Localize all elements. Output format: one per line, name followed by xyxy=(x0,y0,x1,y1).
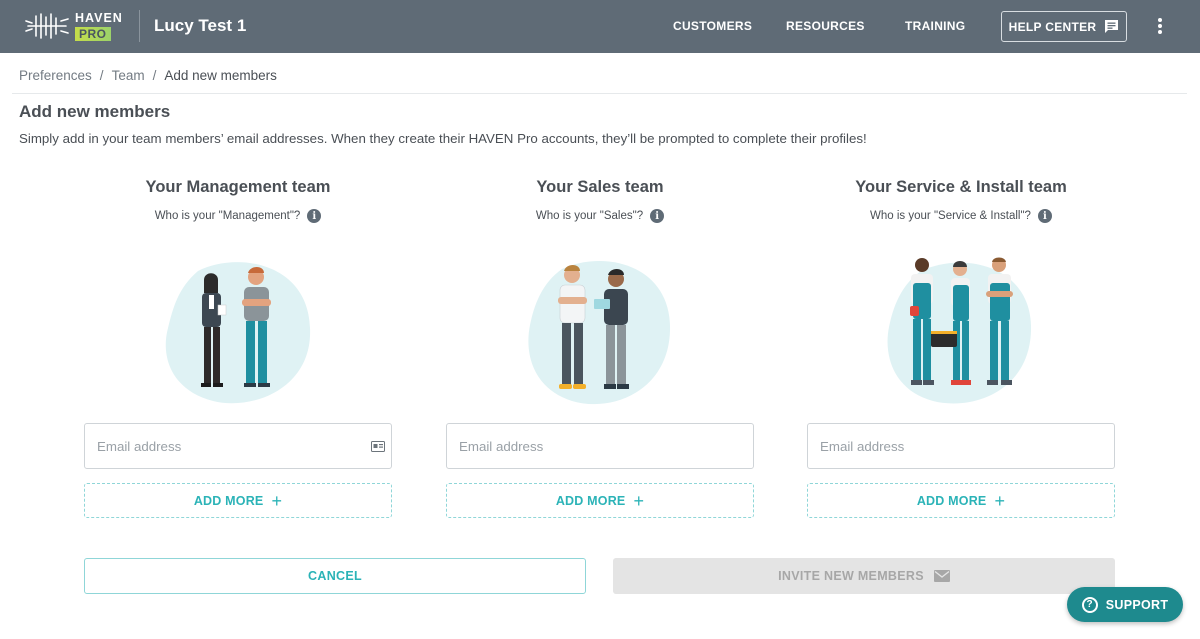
management-add-more-button[interactable]: ADD MORE + xyxy=(84,483,392,518)
breadcrumb-separator: / xyxy=(99,68,104,83)
logo-text-haven: HAVEN xyxy=(75,10,123,25)
account-title: Lucy Test 1 xyxy=(154,16,247,35)
team-title: Your Sales team xyxy=(536,178,664,196)
cancel-button[interactable]: CANCEL xyxy=(84,558,586,594)
team-management: Your Management team Who is your "Manage… xyxy=(84,178,392,518)
nav-training[interactable]: TRAINING xyxy=(905,19,965,33)
help-center-button[interactable]: HELP CENTER xyxy=(1001,11,1127,42)
sales-team-illustration xyxy=(528,260,671,405)
more-options-icon[interactable] xyxy=(1153,16,1167,36)
info-icon[interactable]: i xyxy=(650,209,665,223)
team-question: Who is your "Management"? i xyxy=(84,209,392,223)
header-divider xyxy=(139,10,140,42)
team-sales: Your Sales team Who is your "Sales"? i A… xyxy=(446,178,754,518)
team-question-text: Who is your "Management"? xyxy=(154,210,301,222)
add-more-label: ADD MORE xyxy=(193,493,264,508)
sales-email-field[interactable] xyxy=(446,423,754,469)
envelope-icon xyxy=(933,570,950,582)
plus-icon: + xyxy=(994,490,1006,511)
breadcrumb-divider xyxy=(12,93,1187,94)
sales-add-more-button[interactable]: ADD MORE + xyxy=(446,483,754,518)
add-more-label: ADD MORE xyxy=(916,493,987,508)
page-description: Simply add in your team members’ email a… xyxy=(19,131,867,146)
service-install-email-field[interactable] xyxy=(807,423,1115,469)
info-icon[interactable]: i xyxy=(307,209,322,223)
breadcrumb-separator: / xyxy=(152,68,157,83)
page-title: Add new members xyxy=(19,102,171,121)
top-navigation-bar: HAVEN PRO Lucy Test 1 CUSTOMERS RESOURCE… xyxy=(0,0,1200,53)
support-label: SUPPORT xyxy=(1105,597,1169,612)
management-email-input[interactable] xyxy=(85,424,391,468)
breadcrumb-preferences[interactable]: Preferences xyxy=(19,68,92,83)
plus-icon: + xyxy=(271,490,283,511)
team-question: Who is your "Sales"? i xyxy=(446,209,754,223)
contact-card-icon[interactable] xyxy=(371,441,385,452)
logo-text-pro: PRO xyxy=(75,26,111,41)
nav-resources[interactable]: RESOURCES xyxy=(786,19,865,33)
cancel-label: CANCEL xyxy=(308,569,362,583)
add-more-label: ADD MORE xyxy=(555,493,626,508)
team-question-text: Who is your "Sales"? xyxy=(535,210,644,222)
chat-icon xyxy=(1105,20,1119,33)
haven-logo-icon xyxy=(25,13,69,39)
breadcrumb: Preferences / Team / Add new members xyxy=(19,68,277,83)
invite-label: INVITE NEW MEMBERS xyxy=(778,569,924,583)
service-install-email-input[interactable] xyxy=(808,424,1114,468)
plus-icon: + xyxy=(633,490,645,511)
breadcrumb-team[interactable]: Team xyxy=(112,68,145,83)
management-email-field[interactable] xyxy=(84,423,392,469)
help-question-icon: ? xyxy=(1081,596,1098,613)
team-question-text: Who is your "Service & Install"? xyxy=(870,210,1031,222)
service-install-team-illustration xyxy=(887,257,1032,404)
service-install-add-more-button[interactable]: ADD MORE + xyxy=(807,483,1115,518)
team-title: Your Management team xyxy=(145,178,331,196)
team-question: Who is your "Service & Install"? i xyxy=(807,209,1115,223)
team-title: Your Service & Install team xyxy=(855,178,1067,196)
nav-customers[interactable]: CUSTOMERS xyxy=(673,19,752,33)
invite-new-members-button[interactable]: INVITE NEW MEMBERS xyxy=(613,558,1115,594)
sales-email-input[interactable] xyxy=(447,424,753,468)
help-center-label: HELP CENTER xyxy=(1008,19,1097,34)
haven-pro-logo[interactable]: HAVEN PRO xyxy=(24,11,124,41)
management-team-illustration xyxy=(165,262,311,404)
team-service-install: Your Service & Install team Who is your … xyxy=(807,178,1115,518)
info-icon[interactable]: i xyxy=(1037,209,1052,223)
breadcrumb-current: Add new members xyxy=(164,68,277,83)
support-button[interactable]: ? SUPPORT xyxy=(1067,587,1183,622)
